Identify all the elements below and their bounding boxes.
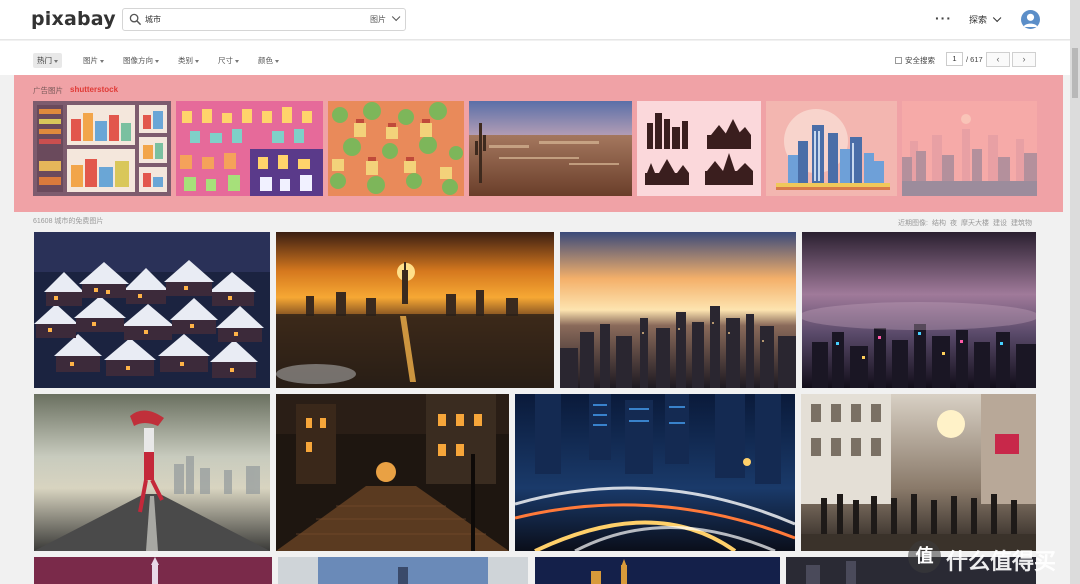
watermark-text: 什么值得买: [946, 550, 1057, 575]
ad-image-1[interactable]: [33, 101, 171, 196]
shutterstock-logo[interactable]: shutterstock: [70, 85, 118, 94]
page-scrollbar[interactable]: [1070, 0, 1080, 584]
safe-search-label: 安全搜索: [905, 56, 935, 65]
ad-image-4[interactable]: [469, 101, 632, 196]
chevron-down-icon: [992, 13, 1002, 23]
photo-night-palace[interactable]: [535, 557, 780, 584]
caret-down-icon: [235, 59, 239, 63]
filter-label: 图片: [83, 56, 98, 65]
safe-search-toggle[interactable]: 安全搜索: [895, 55, 935, 66]
filter-orientation[interactable]: 图像方向: [123, 55, 159, 66]
page-number-input[interactable]: 1: [946, 52, 963, 66]
related-tag[interactable]: 摩天大楼: [961, 220, 989, 227]
chevron-down-icon: [391, 12, 401, 22]
filter-image-type[interactable]: 图片: [83, 55, 104, 66]
ad-image-5[interactable]: [637, 101, 761, 196]
search-type-label: 图片: [370, 15, 386, 24]
results-count: 61608 城市的免费图片: [33, 218, 104, 225]
photo-busy-street-sunlight[interactable]: [801, 394, 1036, 551]
filter-label: 热门: [37, 56, 52, 65]
search-input[interactable]: [145, 11, 345, 28]
related-tag[interactable]: 建设: [993, 220, 1007, 227]
more-options-icon[interactable]: ···: [935, 10, 952, 26]
page-total: / 617: [966, 55, 983, 64]
scrollbar-thumb[interactable]: [1072, 48, 1078, 98]
caret-down-icon: [155, 59, 159, 63]
filter-label: 颜色: [258, 56, 273, 65]
caret-down-icon: [195, 59, 199, 63]
top-header: pixabay 图片 ··· 探索: [0, 0, 1070, 40]
caret-down-icon: [54, 59, 58, 63]
explore-menu[interactable]: 探索: [969, 13, 1002, 26]
filter-category[interactable]: 类别: [178, 55, 199, 66]
pixabay-logo[interactable]: pixabay: [31, 8, 116, 30]
prev-page-button[interactable]: ‹: [986, 52, 1010, 67]
photo-cobblestone-street-night[interactable]: [276, 394, 509, 551]
checkbox-icon[interactable]: [895, 57, 902, 64]
filter-popular[interactable]: 热门: [33, 53, 62, 68]
related-label: 近期图像:: [898, 220, 928, 227]
search-icon: [129, 13, 142, 26]
photo-purple-sky-cathedral[interactable]: [34, 557, 272, 584]
user-avatar-icon[interactable]: [1021, 10, 1040, 29]
related-tag[interactable]: 建筑物: [1011, 220, 1032, 227]
photo-snowy-village-night[interactable]: [34, 232, 270, 388]
photo-city-aerial-dusk[interactable]: [560, 232, 796, 388]
related-tag[interactable]: 夜: [950, 220, 957, 227]
sponsored-banner: 广告图片 shutterstock: [14, 75, 1063, 212]
filter-label: 图像方向: [123, 56, 153, 65]
filter-size[interactable]: 尺寸: [218, 55, 239, 66]
photo-blue-sky-buildings[interactable]: [278, 557, 528, 584]
related-searches: 近期图像: 结构夜摩天大楼 建设 建筑物: [894, 218, 1032, 228]
filter-color[interactable]: 颜色: [258, 55, 279, 66]
related-tag[interactable]: 结构: [932, 220, 946, 227]
ad-image-2[interactable]: [176, 101, 323, 196]
ad-image-7[interactable]: [902, 101, 1037, 196]
ad-image-6[interactable]: [766, 101, 897, 196]
search-bar[interactable]: 图片: [122, 8, 406, 31]
explore-label: 探索: [969, 15, 988, 25]
filter-label: 类别: [178, 56, 193, 65]
filter-bar: 热门 图片 图像方向 类别 尺寸 颜色 安全搜索 1 / 617 ‹ ›: [0, 41, 1070, 75]
photo-highway-light-trails[interactable]: [515, 394, 795, 551]
photo-sunset-skyline[interactable]: [276, 232, 554, 388]
search-type-dropdown[interactable]: 图片: [370, 12, 401, 25]
caret-down-icon: [275, 59, 279, 63]
ad-image-3[interactable]: [328, 101, 464, 196]
ad-label: 广告图片: [33, 86, 63, 95]
next-page-button[interactable]: ›: [1012, 52, 1036, 67]
filter-label: 尺寸: [218, 56, 233, 65]
smzdm-watermark: 值 什么值得买: [908, 540, 1068, 575]
caret-down-icon: [100, 59, 104, 63]
watermark-badge-icon: 值: [908, 540, 941, 573]
photo-dancer-road[interactable]: [34, 394, 270, 551]
photo-foggy-city-night[interactable]: [802, 232, 1036, 388]
